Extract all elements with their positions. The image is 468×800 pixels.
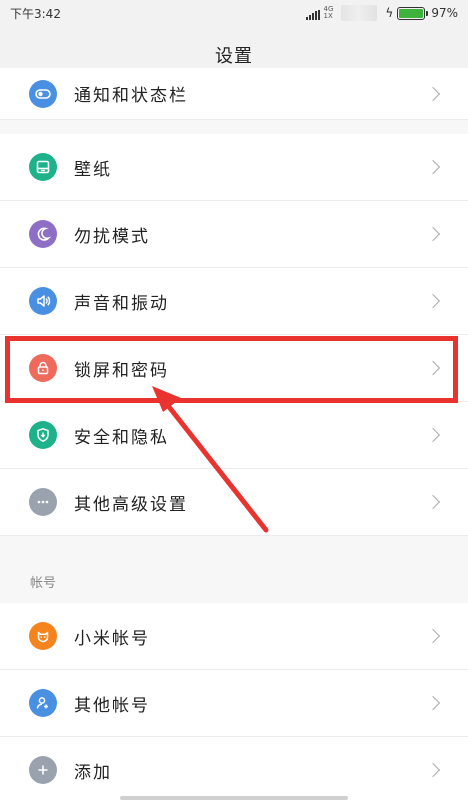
battery-block: ϟ 97% (385, 6, 458, 20)
account-item-label: 其他帐号 (74, 695, 150, 716)
account-item-add[interactable]: 添加 (0, 737, 468, 800)
chevron-right-icon (425, 293, 441, 309)
account-item-label: 添加 (74, 762, 112, 783)
account-item-other[interactable]: 其他帐号 (0, 670, 468, 737)
chevron-right-icon (425, 628, 441, 644)
charging-icon: ϟ (385, 6, 394, 20)
toggle-icon (29, 79, 57, 108)
settings-item-label: 声音和振动 (74, 293, 169, 314)
signal-block: 4G 1X (305, 6, 334, 20)
chevron-right-icon (425, 86, 441, 101)
chevron-right-icon (425, 427, 441, 443)
settings-item-label: 壁纸 (74, 159, 112, 180)
settings-item-wallpaper[interactable]: 壁纸 (0, 134, 468, 201)
status-bar: 下午3:42 4G 1X ϟ 97% (0, 0, 468, 26)
battery-icon (397, 6, 429, 20)
settings-item-label: 通知和状态栏 (74, 86, 188, 106)
chevron-right-icon (425, 159, 441, 175)
speaker-icon (29, 287, 57, 315)
settings-item-notifications[interactable]: 通知和状态栏 (0, 68, 468, 120)
network-type: 4G 1X (324, 6, 334, 20)
blurred-carrier (341, 5, 378, 21)
signal-icon (305, 10, 320, 20)
chevron-right-icon (425, 226, 441, 242)
wallpaper-icon (29, 153, 57, 181)
plus-icon (29, 756, 57, 784)
chevron-right-icon (425, 695, 441, 711)
moon-icon (29, 220, 57, 248)
nav-handle (120, 796, 348, 800)
settings-item-label: 勿扰模式 (74, 226, 150, 247)
section-header-accounts: 帐号 (30, 576, 57, 591)
settings-item-label: 安全和隐私 (74, 427, 169, 448)
page-title: 设置 (215, 45, 253, 67)
user-add-icon (29, 689, 57, 717)
settings-item-sound[interactable]: 声音和振动 (0, 268, 468, 335)
settings-item-label: 其他高级设置 (74, 494, 188, 515)
chevron-right-icon (425, 360, 441, 376)
settings-item-lock-screen[interactable]: 锁屏和密码 (0, 335, 468, 402)
account-item-mi[interactable]: 小米帐号 (0, 603, 468, 670)
mi-icon (29, 622, 57, 650)
status-time: 下午3:42 (10, 6, 61, 21)
settings-item-label: 锁屏和密码 (74, 360, 169, 381)
shield-icon (29, 421, 57, 449)
lock-icon (29, 354, 57, 382)
settings-item-dnd[interactable]: 勿扰模式 (0, 201, 468, 268)
more-icon (29, 488, 57, 516)
account-item-label: 小米帐号 (74, 628, 150, 649)
battery-percent: 97% (431, 6, 458, 20)
chevron-right-icon (425, 762, 441, 778)
chevron-right-icon (425, 494, 441, 510)
battery-fill (399, 8, 423, 18)
network-type-bottom: 1X (323, 12, 333, 20)
settings-item-advanced[interactable]: 其他高级设置 (0, 469, 468, 536)
status-right: 4G 1X ϟ 97% (305, 5, 458, 21)
settings-item-security[interactable]: 安全和隐私 (0, 402, 468, 469)
